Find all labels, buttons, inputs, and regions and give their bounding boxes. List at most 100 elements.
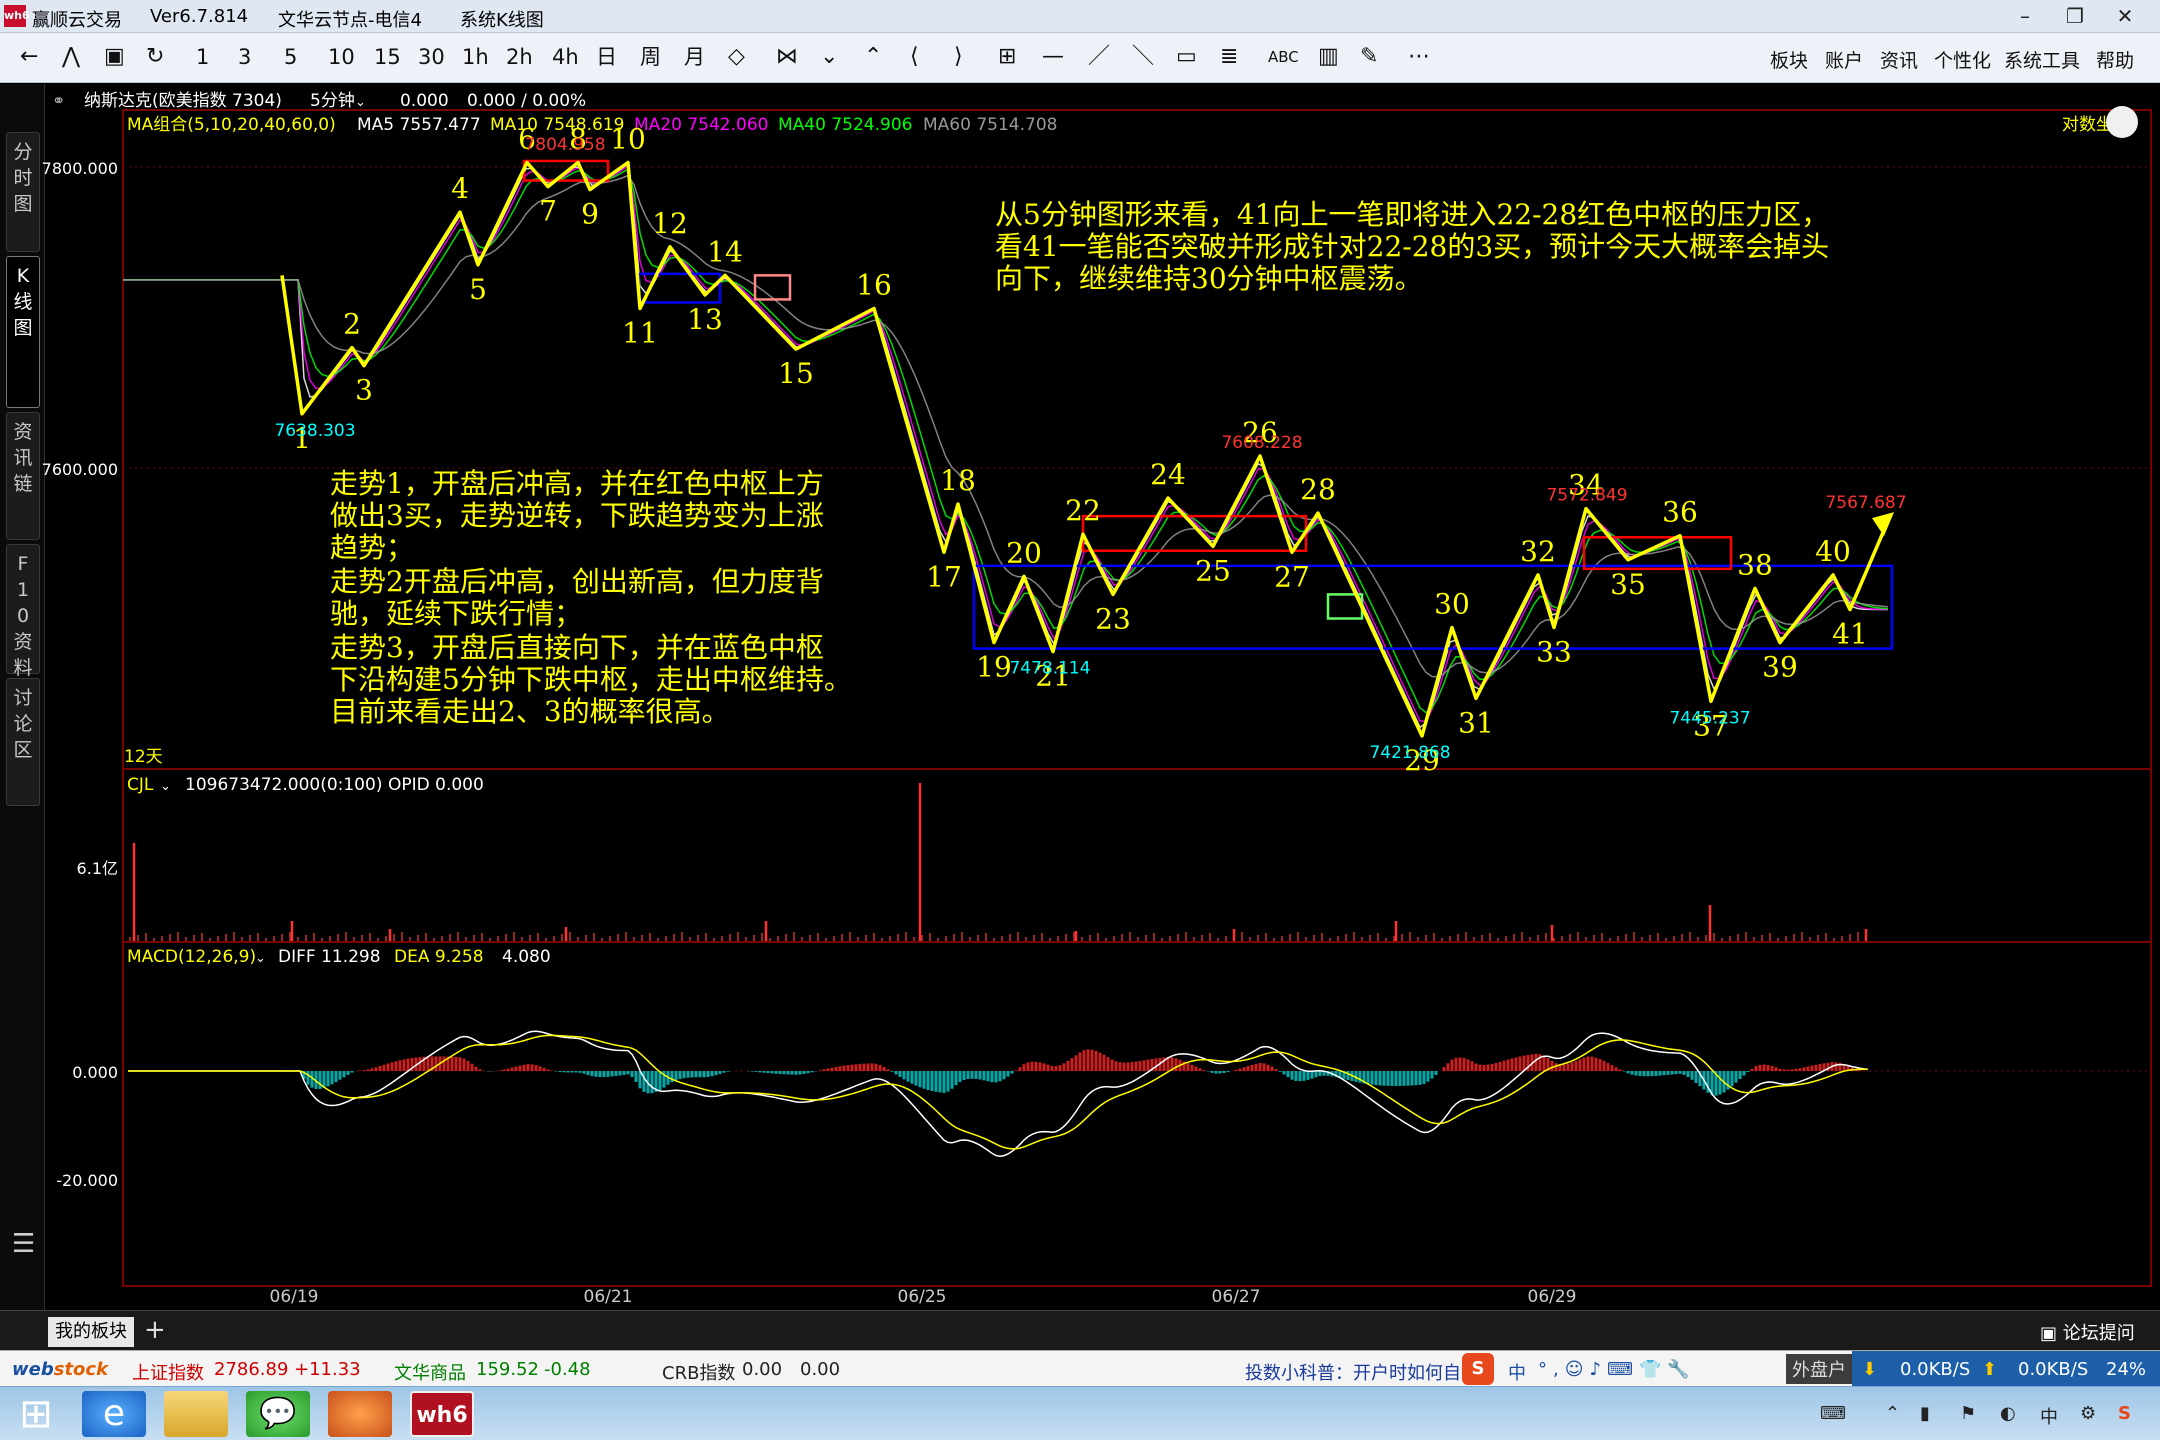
menu-system-tools[interactable]: 系统工具 [2004, 46, 2080, 73]
tip-text[interactable]: 投数小科普：开户时如何自 [1245, 1359, 1461, 1385]
menu-help[interactable]: 帮助 [2096, 46, 2134, 73]
crb-value: 0.00 [742, 1359, 783, 1380]
add-tab-button[interactable]: + [144, 1315, 166, 1345]
toolbar-button[interactable]: ▭ [1176, 45, 1197, 69]
forum-question-button[interactable]: ▣ 论坛提问 [2040, 1319, 2135, 1345]
toolbar-button[interactable]: ← [20, 45, 38, 69]
trading-app-icon[interactable] [328, 1391, 392, 1437]
close-button[interactable]: ✕ [2110, 4, 2140, 28]
toolbar-button[interactable]: 30 [418, 45, 445, 69]
toolbar-button[interactable]: ⌃ [864, 45, 882, 69]
volume-icon[interactable]: ◐ [2000, 1403, 2016, 1424]
wechat-icon[interactable]: 💬 [246, 1391, 310, 1437]
logo-web: web [12, 1359, 54, 1380]
price-axis-label: 7800.000 [42, 159, 118, 178]
system-kline-label: 系统K线图 [460, 10, 544, 31]
trend-arrow-icon [1872, 512, 1894, 537]
wh6-app-icon[interactable]: wh6 [410, 1391, 474, 1437]
toolbar-button[interactable]: ▥ [1318, 45, 1339, 69]
wh-commodity-label[interactable]: 文华商品 [394, 1359, 466, 1385]
toolbar-button[interactable]: 10 [328, 45, 355, 69]
menu-personalize[interactable]: 个性化 [1934, 46, 1991, 73]
ie-browser-icon[interactable]: e [82, 1391, 146, 1437]
pen-point-label: 33 [1536, 636, 1572, 669]
toolbar-button[interactable]: 1h [462, 45, 489, 69]
toolbar-button[interactable]: ⊞ [998, 45, 1016, 69]
pen-point-label: 16 [856, 268, 892, 301]
menu-bankuai[interactable]: 板块 [1770, 46, 1808, 73]
toolbar-button[interactable]: ⟨ [910, 45, 919, 69]
macd-title: MACD(12,26,9) [127, 947, 256, 967]
toolbar-button[interactable]: ＼ [1132, 45, 1154, 69]
volume-opid: OPID 0.000 [388, 775, 484, 795]
toolbar-button[interactable]: — [1042, 45, 1064, 69]
toolbar-button[interactable]: ／ [1088, 45, 1110, 69]
sh-index-label[interactable]: 上证指数 [132, 1359, 204, 1385]
pen-point-label: 28 [1300, 473, 1336, 506]
toolbar-button[interactable]: 周 [640, 45, 661, 69]
price-annotation: 7638.303 [274, 421, 355, 441]
analysis-line: 看41一笔能否突破并形成针对22-28的3买，预计今天大概率会掉头 [995, 230, 1829, 263]
price-annotation: 7567.687 [1825, 493, 1906, 513]
my-panel-tab[interactable]: 我的板块 [48, 1317, 134, 1347]
maximize-button[interactable]: ❐ [2060, 4, 2090, 28]
menu-news[interactable]: 资讯 [1880, 46, 1918, 73]
outer-account[interactable]: 外盘户 [1786, 1354, 1852, 1384]
tray-expand-icon[interactable]: ⌃ [1885, 1403, 1900, 1424]
toolbar-button[interactable]: ⋀ [62, 45, 80, 69]
toolbar-button[interactable]: ⟩ [954, 45, 963, 69]
ime-mode[interactable]: 中 [1508, 1359, 1526, 1385]
toolbar-button[interactable]: 3 [238, 45, 251, 69]
wh-commodity-value: 159.52 [476, 1359, 539, 1380]
toolbar-button[interactable]: ≣ [1220, 45, 1238, 69]
volume-axis-label: 6.1亿 [77, 859, 118, 878]
file-explorer-icon[interactable] [164, 1391, 228, 1437]
toolbar-button[interactable]: 2h [506, 45, 533, 69]
kline-chart[interactable]: ⚭ 纳斯达克(欧美指数 7304) 5分钟 ⌄ 0.000 0.000 / 0.… [0, 84, 2160, 1310]
toolbar-button[interactable]: 4h [552, 45, 579, 69]
app-logo: wh6 [4, 5, 30, 27]
network-icon[interactable]: ▮ [1920, 1403, 1930, 1424]
ime-tools-icon[interactable]: °,☺♪⌨👕🔧 [1538, 1359, 1696, 1380]
toolbar-button[interactable]: ▣ [104, 45, 125, 69]
price-annotation: 7608.228 [1221, 433, 1302, 453]
minimize-button[interactable]: – [2010, 4, 2040, 28]
windows-start-icon[interactable]: ⊞ [4, 1391, 68, 1437]
toolbar-button[interactable]: ✎ [1360, 45, 1378, 69]
forum-question-label: 论坛提问 [2062, 1323, 2135, 1344]
toolbar-button[interactable]: ↻ [146, 45, 164, 69]
toolbar-button[interactable]: 日 [596, 45, 617, 69]
chevron-down-icon: ⌄ [355, 95, 366, 110]
volume-title: CJL [127, 775, 154, 795]
macd-dea-line [128, 1034, 1868, 1150]
toolbar-button[interactable]: ⌄ [820, 45, 838, 69]
crb-label[interactable]: CRB指数 [662, 1359, 735, 1385]
sogou-tray-icon[interactable]: S [2118, 1403, 2131, 1424]
toolbar-button[interactable]: 1 [196, 45, 209, 69]
analysis-line: 走势3，开盘后直接向下，并在蓝色中枢 [330, 631, 824, 664]
upload-speed: 0.0KB/S [2018, 1359, 2089, 1380]
toolbar-button[interactable]: ◇ [728, 45, 745, 69]
pen-point-label: 36 [1662, 496, 1698, 529]
zhongshu-box [753, 274, 792, 301]
cpu-percent: 24% [2106, 1359, 2147, 1380]
toolbar-button[interactable]: ⋈ [776, 45, 798, 69]
keyboard-icon[interactable]: ⌨ [1820, 1403, 1846, 1424]
language-indicator[interactable]: 中 [2040, 1403, 2058, 1429]
analysis-line: 做出3买，走势逆转，下跌趋势变为上涨 [330, 499, 824, 532]
macd-diff: DIFF 11.298 [278, 947, 381, 967]
toolbar-button[interactable]: 5 [284, 45, 297, 69]
toolbar: ← ⋀ ▣ ↻ 1 3 5 10 15 30 1h 2h 4h 日周月 ◇ ⋈ ⌄ ⌃ ⟨ ⟩ ⊞ — ／ ＼ ▭ ≣ ABC ▥ ✎ ⋯… [0, 33, 2160, 83]
ime-tray-icon[interactable]: ⚙ [2080, 1403, 2096, 1424]
toolbar-button[interactable]: 15 [374, 45, 401, 69]
flag-icon[interactable]: ⚑ [1960, 1403, 1976, 1424]
toolbar-button[interactable]: 月 [684, 45, 705, 69]
pen-point-label: 4 [451, 172, 469, 205]
sogou-ime-icon[interactable]: S [1462, 1353, 1494, 1385]
instrument-name: 纳斯达克(欧美指数 7304) [84, 91, 282, 111]
toolbar-button[interactable]: ⋯ [1408, 45, 1430, 69]
toolbar-button[interactable]: ABC [1268, 45, 1299, 69]
link-icon: ⚭ [52, 91, 65, 110]
menu-account[interactable]: 账户 [1825, 46, 1863, 73]
windows-taskbar: ⊞ e 💬 wh6 ⌨ ⌃ ▮ ⚑ ◐ 中 ⚙ S [0, 1386, 2160, 1440]
